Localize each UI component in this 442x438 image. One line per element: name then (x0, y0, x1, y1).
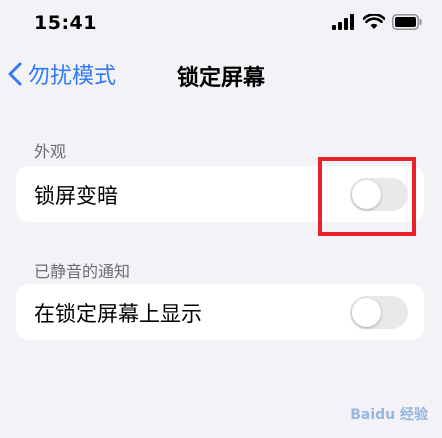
wifi-icon (363, 14, 385, 29)
page-title: 锁定屏幕 (176, 66, 265, 91)
status-bar: 15:41 (0, 0, 442, 48)
status-time: 15:41 (34, 12, 97, 34)
row-label-show-on-lock-screen: 在锁定屏幕上显示 (34, 302, 202, 326)
show-on-lock-screen-toggle[interactable] (350, 296, 408, 329)
red-highlight-box (318, 157, 416, 236)
section-header-silenced-notifications: 已静音的通知 (34, 262, 131, 281)
battery-icon (392, 14, 422, 30)
settings-row-show-on-lock-screen: 在锁定屏幕上显示 (16, 284, 424, 340)
cellular-signal-icon (332, 14, 354, 30)
baidu-watermark: Baidu 经验 (350, 407, 428, 423)
status-icons (332, 14, 422, 30)
section-header-appearance: 外观 (34, 142, 67, 161)
row-label-dim-lock-screen: 锁屏变暗 (34, 184, 118, 208)
nav-bar: 勿扰模式 锁定屏幕 (0, 52, 442, 98)
toggle-knob (352, 298, 381, 327)
